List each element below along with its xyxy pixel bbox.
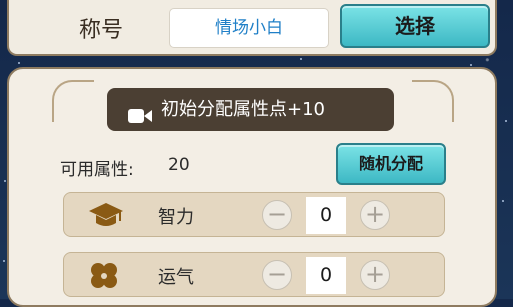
video-camera-icon xyxy=(127,99,153,142)
panel-corner-decoration xyxy=(412,80,454,122)
attribute-name: 智力 xyxy=(158,207,194,228)
random-allocate-button[interactable]: 随机分配 xyxy=(336,143,446,185)
current-title-field: 情场小白 xyxy=(169,8,329,48)
select-title-button[interactable]: 选择 xyxy=(340,4,490,48)
attribute-name: 运气 xyxy=(158,267,194,288)
panel-corner-decoration xyxy=(52,80,94,122)
title-label: 称号 xyxy=(79,18,124,43)
decrease-intelligence-button[interactable]: − xyxy=(262,200,292,230)
video-button-label: 初始分配属性点+10 xyxy=(161,99,325,120)
attribute-row-luck: 运气 − 0 + xyxy=(63,252,445,297)
decrease-luck-button[interactable]: − xyxy=(262,260,292,290)
title-bar: 称号 情场小白 选择 xyxy=(7,0,497,56)
available-points-value: 20 xyxy=(168,155,190,175)
increase-luck-button[interactable]: + xyxy=(360,260,390,290)
attribute-value: 0 xyxy=(306,257,346,294)
attribute-row-intelligence: 智力 − 0 + xyxy=(63,192,445,237)
watch-video-bonus-button[interactable]: 初始分配属性点+10 xyxy=(107,88,394,131)
increase-intelligence-button[interactable]: + xyxy=(360,200,390,230)
attribute-value: 0 xyxy=(306,197,346,234)
available-points-label: 可用属性: xyxy=(60,160,134,180)
graduation-cap-icon xyxy=(88,201,124,233)
clover-icon xyxy=(88,261,120,295)
